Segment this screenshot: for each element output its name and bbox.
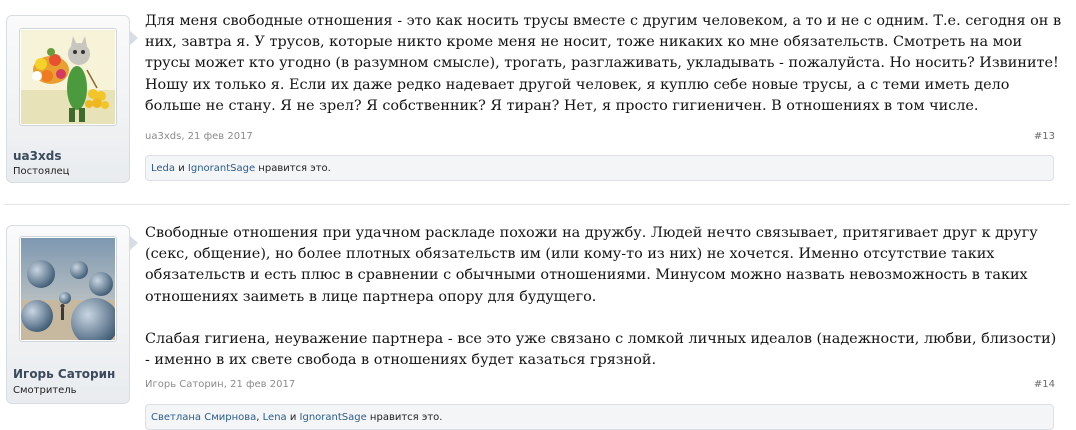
message-paragraph: Слабая гигиена, неуважение партнера - вс… bbox=[145, 330, 1057, 369]
post-number-link[interactable]: #13 bbox=[1034, 131, 1055, 142]
post-divider bbox=[4, 204, 1070, 205]
like-user-link[interactable]: Светлана Смирнова bbox=[151, 412, 256, 423]
user-avatar[interactable] bbox=[19, 28, 117, 126]
meta-author[interactable]: ua3xds bbox=[145, 131, 181, 142]
likes-summary: Leda и IgnorantSage нравится это. bbox=[145, 155, 1054, 181]
username[interactable]: Игорь Саторин bbox=[13, 367, 115, 381]
message-paragraph: Для меня свободные отношения - это как н… bbox=[145, 13, 1062, 114]
user-info-panel: ua3xds Постоялец bbox=[6, 15, 130, 183]
like-user-link[interactable]: Leda bbox=[151, 163, 175, 174]
post-date[interactable]: 21 фев 2017 bbox=[230, 379, 295, 390]
likes-joiner: и bbox=[175, 163, 188, 174]
message-body: Для меня свободные отношения - это как н… bbox=[145, 11, 1065, 117]
message-body: Свободные отношения при удачном раскладе… bbox=[145, 223, 1065, 371]
likes-suffix: нравится это. bbox=[366, 412, 443, 423]
message-paragraph: Свободные отношения при удачном раскладе… bbox=[145, 225, 1038, 305]
likes-suffix: нравится это. bbox=[255, 163, 331, 174]
likes-joiner: и bbox=[286, 412, 300, 423]
post-meta: ua3xds, 21 фев 2017 #13 bbox=[145, 131, 1055, 145]
user-title: Постоялец bbox=[13, 166, 70, 177]
post-meta: Игорь Саторин, 21 фев 2017 #14 bbox=[145, 379, 1055, 393]
meta-author[interactable]: Игорь Саторин bbox=[145, 379, 224, 390]
post-number-link[interactable]: #14 bbox=[1034, 379, 1055, 390]
post-13: ua3xds Постоялец Для меня свободные отно… bbox=[0, 0, 1076, 190]
like-user-link[interactable]: IgnorantSage bbox=[300, 412, 367, 423]
user-title: Смотритель bbox=[13, 385, 77, 396]
speech-arrow bbox=[129, 235, 138, 251]
like-user-link[interactable]: Lena bbox=[263, 412, 287, 423]
likes-summary: Светлана Смирнова, Lena и IgnorantSage н… bbox=[145, 404, 1054, 430]
user-info-panel: Игорь Саторин Смотритель bbox=[6, 225, 130, 404]
cat-with-flowers-icon bbox=[21, 30, 115, 124]
like-user-link[interactable]: IgnorantSage bbox=[188, 163, 255, 174]
speech-arrow bbox=[129, 30, 138, 46]
user-avatar[interactable] bbox=[19, 236, 117, 342]
surreal-spheres-icon bbox=[21, 238, 115, 340]
post-date[interactable]: 21 фев 2017 bbox=[188, 131, 253, 142]
post-14: Игорь Саторин Смотритель Свободные отнош… bbox=[0, 213, 1076, 430]
username[interactable]: ua3xds bbox=[13, 149, 61, 163]
